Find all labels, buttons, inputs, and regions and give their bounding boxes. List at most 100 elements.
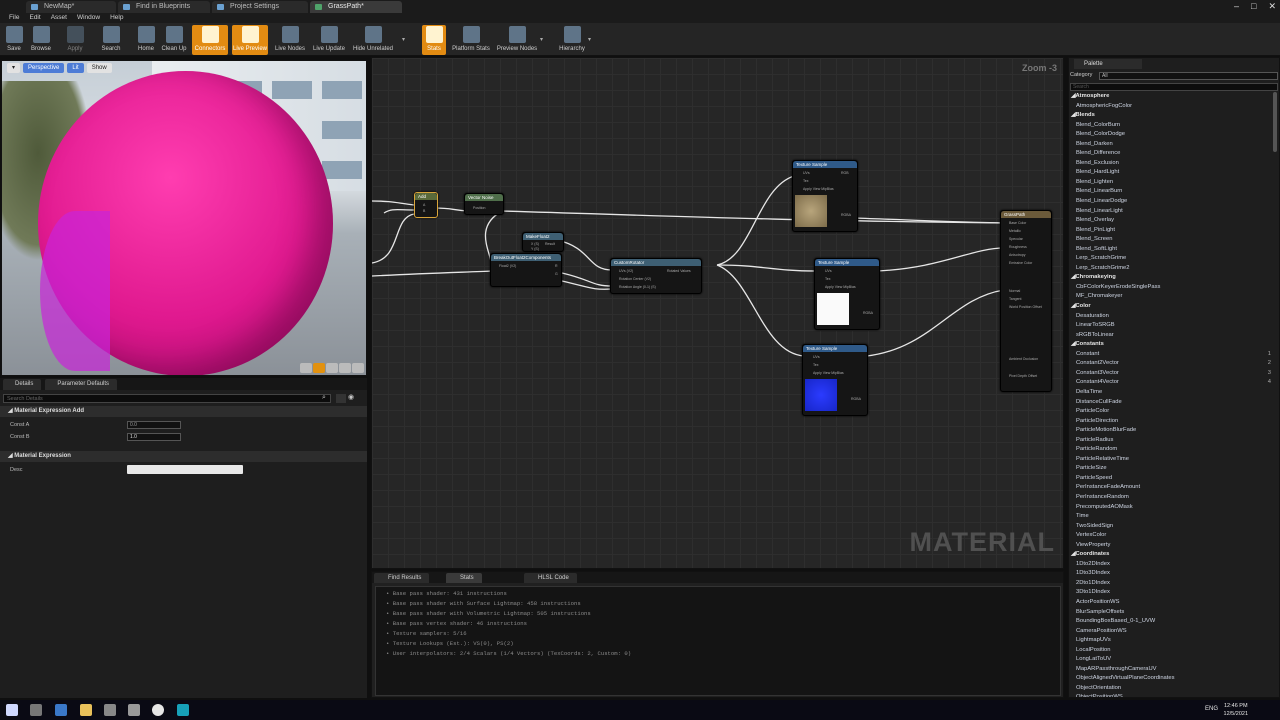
connectors-button[interactable]: Connectors: [192, 25, 228, 55]
preview-viewport[interactable]: ▾ Perspective Lit Show: [1, 60, 367, 376]
palette-item[interactable]: Lerp_ScratchGrime: [1069, 254, 1269, 264]
palette-item[interactable]: 1Dto3DIndex: [1069, 569, 1269, 579]
texture-sample-node[interactable]: Texture Sample UVs Tex Apply View MipBia…: [802, 344, 868, 416]
palette-item[interactable]: PrecomputedAOMask: [1069, 503, 1269, 513]
cube-icon[interactable]: [339, 363, 351, 373]
palette-item[interactable]: sRGBToLinear: [1069, 331, 1269, 341]
start-icon[interactable]: [6, 704, 18, 716]
palette-item[interactable]: ParticleSize: [1069, 464, 1269, 474]
const-b-field[interactable]: 1.0: [127, 433, 181, 441]
palette-item[interactable]: BlurSampleOffsets: [1069, 608, 1269, 618]
apply-button[interactable]: Apply: [63, 25, 87, 55]
desc-field[interactable]: [127, 465, 243, 474]
palette-item[interactable]: LocalPosition: [1069, 646, 1269, 656]
clean-up-button[interactable]: Clean Up: [160, 25, 188, 55]
tab-hlsl-code[interactable]: HLSL Code: [524, 573, 577, 583]
palette-category[interactable]: ◢Chromakeying: [1069, 273, 1269, 283]
palette-category[interactable]: ◢Coordinates: [1069, 550, 1269, 560]
details-search-input[interactable]: Search Details: [3, 394, 331, 403]
palette-item[interactable]: Time: [1069, 512, 1269, 522]
preview-nodes-dropdown-icon[interactable]: ▾: [540, 36, 543, 43]
system-clock[interactable]: 12:46 PM 12/5/2021: [1224, 702, 1248, 718]
close-button[interactable]: ✕: [1268, 0, 1276, 13]
material-result-node[interactable]: GrassPath Base Color Metallic Specular R…: [1000, 210, 1052, 392]
palette-item[interactable]: Blend_Darken: [1069, 140, 1269, 150]
custom-rotator-node[interactable]: CustomRotator UVs (V2) Rotated Values Ro…: [610, 258, 702, 294]
tab-project-settings[interactable]: Project Settings: [212, 1, 308, 13]
palette-item[interactable]: DistanceCullFade: [1069, 398, 1269, 408]
stats-button[interactable]: Stats: [422, 25, 446, 55]
palette-item[interactable]: Lerp_ScratchGrime2: [1069, 264, 1269, 274]
minimize-button[interactable]: –: [1234, 0, 1239, 13]
palette-item[interactable]: ParticleSpeed: [1069, 474, 1269, 484]
palette-item[interactable]: ParticleRadius: [1069, 436, 1269, 446]
tab-grasspath[interactable]: GrassPath*: [310, 1, 402, 13]
palette-item[interactable]: ParticleDirection: [1069, 417, 1269, 427]
palette-item[interactable]: 3Dto1DIndex: [1069, 588, 1269, 598]
sphere-icon[interactable]: [313, 363, 325, 373]
palette-item[interactable]: LongLatToUV: [1069, 655, 1269, 665]
palette-item[interactable]: Desaturation: [1069, 312, 1269, 322]
palette-category[interactable]: ◢Color: [1069, 302, 1269, 312]
palette-item[interactable]: MF_Chromakeyer: [1069, 292, 1269, 302]
hide-unrelated-button[interactable]: Hide Unrelated: [352, 25, 394, 55]
live-preview-button[interactable]: Live Preview: [232, 25, 268, 55]
palette-item[interactable]: ParticleMotionBlurFade: [1069, 426, 1269, 436]
texture-sample-node[interactable]: Texture Sample UVs Tex Apply View MipBia…: [792, 160, 858, 232]
palette-item[interactable]: MapARPassthroughCameraUV: [1069, 665, 1269, 675]
tab-stats[interactable]: Stats: [446, 573, 482, 583]
browser-icon[interactable]: [104, 704, 116, 716]
const-a-field[interactable]: 0.0: [127, 421, 181, 429]
platform-stats-button[interactable]: Platform Stats: [450, 25, 492, 55]
viewport-options-icon[interactable]: ▾: [7, 63, 21, 73]
file-explorer-icon[interactable]: [80, 704, 92, 716]
unreal-engine-icon[interactable]: [152, 704, 164, 716]
app-icon[interactable]: [128, 704, 140, 716]
palette-item[interactable]: Blend_LinearLight: [1069, 207, 1269, 217]
palette-item[interactable]: DeltaTime: [1069, 388, 1269, 398]
palette-item[interactable]: Constant2Vector 2: [1069, 359, 1271, 369]
palette-item[interactable]: LinearToSRGB: [1069, 321, 1269, 331]
hierarchy-dropdown-icon[interactable]: ▾: [588, 36, 591, 43]
palette-search-input[interactable]: Search: [1070, 83, 1278, 91]
perspective-button[interactable]: Perspective: [23, 63, 65, 73]
palette-item[interactable]: PerInstanceRandom: [1069, 493, 1269, 503]
lit-button[interactable]: Lit: [67, 63, 84, 73]
palette-item[interactable]: LightmapUVs: [1069, 636, 1269, 646]
palette-item[interactable]: BoundingBoxBased_0-1_UVW: [1069, 617, 1269, 627]
live-update-button[interactable]: Live Update: [312, 25, 346, 55]
palette-item[interactable]: ObjectAlignedVirtualPlaneCoordinates: [1069, 674, 1269, 684]
palette-item[interactable]: Blend_Overlay: [1069, 216, 1269, 226]
palette-item[interactable]: Blend_ColorDodge: [1069, 130, 1269, 140]
palette-item[interactable]: Blend_LinearBurn: [1069, 187, 1269, 197]
preview-nodes-button[interactable]: Preview Nodes: [496, 25, 538, 55]
tab-find-results[interactable]: Find Results: [374, 573, 430, 583]
eye-icon[interactable]: ◉: [348, 393, 354, 401]
home-button[interactable]: Home: [134, 25, 158, 55]
section-material-expression[interactable]: ◢ Material Expression: [0, 451, 367, 462]
hierarchy-button[interactable]: Hierarchy: [556, 25, 588, 55]
palette-item[interactable]: ObjectOrientation: [1069, 684, 1269, 694]
browse-button[interactable]: Browse: [28, 25, 54, 55]
break-out-float2-node[interactable]: BreakOutFloat2Components Float2 (V2) R G: [490, 253, 562, 287]
task-view-icon[interactable]: [30, 704, 42, 716]
menu-asset[interactable]: Asset: [46, 13, 72, 23]
menu-file[interactable]: File: [4, 13, 24, 23]
palette-item[interactable]: Blend_Screen: [1069, 235, 1269, 245]
terminal-icon[interactable]: [177, 704, 189, 716]
palette-scrollbar[interactable]: [1273, 92, 1277, 152]
tab-details[interactable]: Details: [3, 379, 42, 390]
palette-item[interactable]: Constant4Vector 4: [1069, 378, 1271, 388]
cylinder-icon[interactable]: [300, 363, 312, 373]
palette-item[interactable]: Blend_HardLight: [1069, 168, 1269, 178]
palette-category[interactable]: ◢Atmosphere: [1069, 92, 1269, 102]
tab-find-in-blueprints[interactable]: Find in Blueprints: [118, 1, 210, 13]
live-nodes-button[interactable]: Live Nodes: [274, 25, 306, 55]
material-graph[interactable]: Zoom -3 MATERIAL Add A B Vector Noise Po…: [371, 57, 1064, 569]
add-node[interactable]: Add A B: [414, 192, 438, 218]
palette-item[interactable]: AtmosphericFogColor: [1069, 102, 1269, 112]
palette-item[interactable]: ParticleColor: [1069, 407, 1269, 417]
teapot-icon[interactable]: [352, 363, 364, 373]
texture-sample-node[interactable]: Texture Sample UVs Tex Apply View MipBia…: [814, 258, 880, 330]
palette-item[interactable]: Blend_PinLight: [1069, 226, 1269, 236]
